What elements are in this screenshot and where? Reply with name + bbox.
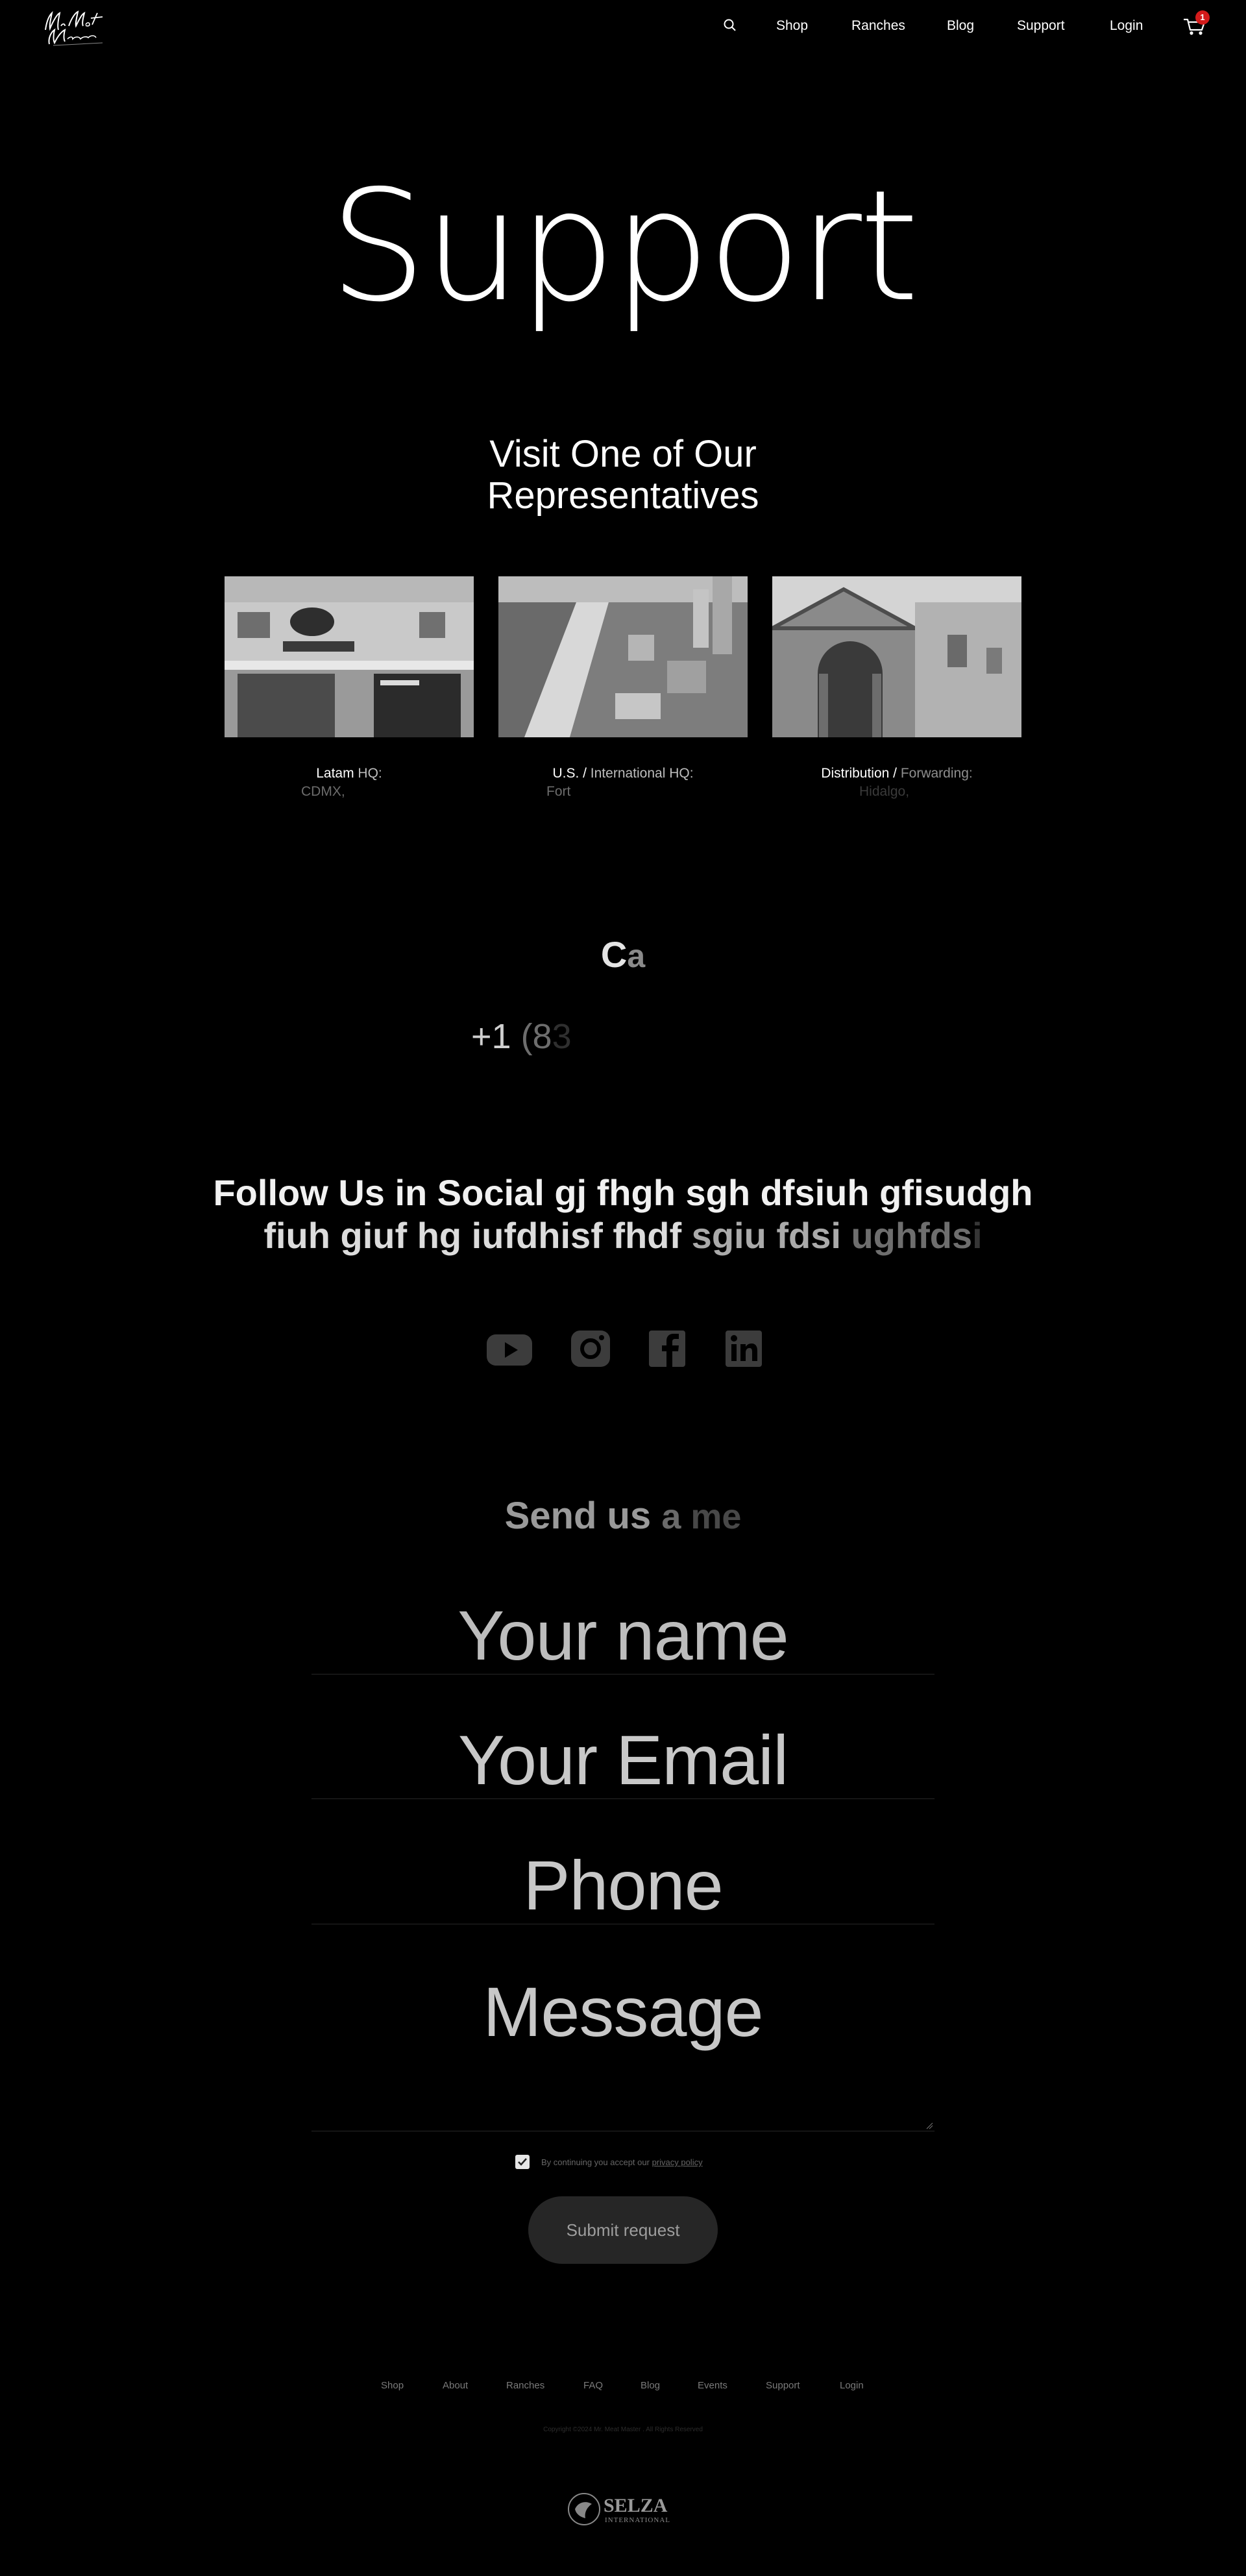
nav-shop[interactable]: Shop: [776, 18, 808, 34]
footer-link-shop[interactable]: Shop: [381, 2380, 404, 2391]
location-card-title: U.S. / International HQ:: [552, 766, 694, 781]
footer-link-faq[interactable]: FAQ: [583, 2380, 603, 2391]
social-heading-line2: fiuh giuf hg iufdhisf fhdf sgiu fdsi ugh…: [263, 1215, 983, 1256]
copyright-text: Copyright ©2024 Mr. Meat Master . All Ri…: [543, 2426, 703, 2433]
footer-link-ranches[interactable]: Ranches: [506, 2380, 544, 2391]
footer-link-blog[interactable]: Blog: [641, 2380, 660, 2391]
linkedin-icon[interactable]: [723, 1328, 771, 1369]
privacy-text: By continuing you accept our privacy pol…: [541, 2157, 703, 2167]
representatives-heading-line2: Representatives: [487, 474, 759, 517]
nav-blog[interactable]: Blog: [947, 18, 974, 34]
location-card-address: Fort: [546, 784, 571, 799]
submit-request-button[interactable]: Submit request: [528, 2196, 718, 2264]
selza-logo-subtext: INTERNATIONAL: [605, 2516, 670, 2524]
location-card-latam[interactable]: Latam HQ: CDMX,: [225, 576, 474, 800]
resize-handle-icon[interactable]: [925, 2122, 933, 2129]
contact-form-heading: Send us a me: [504, 1495, 742, 1537]
selza-logo[interactable]: SELZA INTERNATIONAL: [566, 2490, 680, 2529]
selza-logo-text: SELZA: [604, 2495, 668, 2516]
nav-login[interactable]: Login: [1110, 18, 1143, 34]
location-card-address: Hidalgo,: [859, 784, 910, 799]
checkmark-icon: [518, 2158, 527, 2166]
phone-field[interactable]: Phone: [312, 1844, 934, 1924]
nav-support[interactable]: Support: [1017, 18, 1065, 34]
instagram-icon[interactable]: [570, 1328, 618, 1369]
phone-number[interactable]: +1 (83: [471, 1016, 572, 1057]
footer-link-login[interactable]: Login: [840, 2380, 864, 2391]
social-links: [485, 1328, 764, 1369]
location-card-title: Distribution / Forwarding:: [821, 766, 973, 781]
footer-link-about[interactable]: About: [443, 2380, 468, 2391]
page-title: Support: [329, 157, 920, 336]
privacy-checkbox[interactable]: [515, 2155, 530, 2169]
location-card-distribution[interactable]: Distribution / Forwarding: Hidalgo,: [772, 576, 1021, 800]
name-field[interactable]: Your name: [312, 1594, 934, 1674]
nav-ranches[interactable]: Ranches: [851, 18, 905, 34]
beach-city-aerial-photo: [498, 576, 748, 737]
representatives-heading-line1: Visit One of Our: [489, 433, 757, 475]
search-icon[interactable]: [722, 17, 739, 34]
site-header: Shop Ranches Blog Support Login 1: [0, 0, 1246, 53]
privacy-policy-link[interactable]: privacy policy: [652, 2157, 703, 2167]
location-card-address: CDMX,: [301, 784, 345, 799]
footer-nav: Shop About Ranches FAQ Blog Events Suppo…: [0, 2380, 1246, 2396]
brand-logo[interactable]: [40, 6, 109, 47]
social-heading-line1: Follow Us in Social gj fhgh sgh dfsiuh g…: [213, 1172, 1033, 1213]
footer-link-events[interactable]: Events: [698, 2380, 727, 2391]
footer-link-support[interactable]: Support: [766, 2380, 800, 2391]
location-card-title: Latam HQ:: [316, 766, 382, 781]
representatives-heading: Visit One of Our Representatives: [0, 434, 1246, 517]
social-heading: Follow Us in Social gj fhgh sgh dfsiuh g…: [0, 1171, 1246, 1257]
email-field[interactable]: Your Email: [312, 1719, 934, 1799]
location-card-us[interactable]: U.S. / International HQ: Fort: [498, 576, 748, 800]
cart-button[interactable]: 1: [1182, 10, 1211, 38]
cart-count-badge: 1: [1195, 10, 1210, 25]
stone-church-photo: [772, 576, 1021, 737]
facebook-icon[interactable]: [648, 1328, 696, 1369]
call-heading: Ca: [600, 934, 646, 975]
youtube-icon[interactable]: [485, 1328, 533, 1369]
message-field[interactable]: Message: [312, 1970, 934, 2131]
storefront-photo: [225, 576, 474, 737]
